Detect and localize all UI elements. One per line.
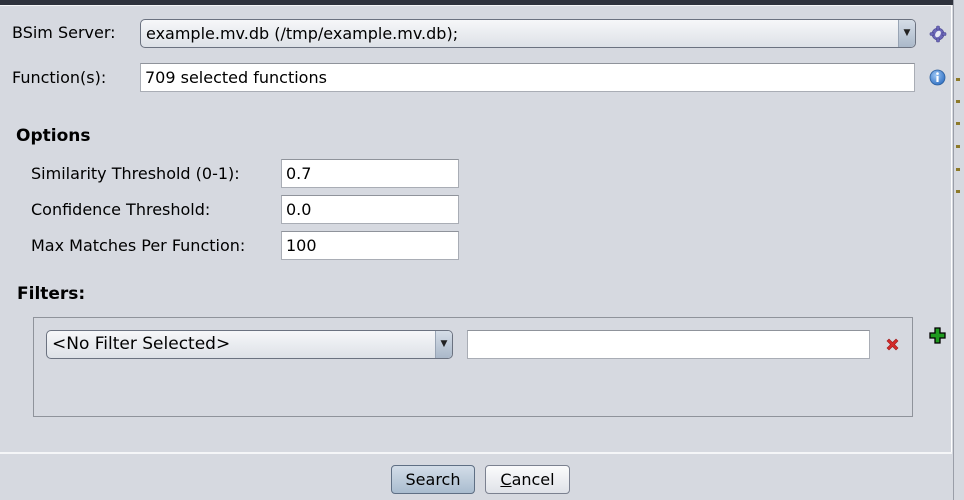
confidence-threshold-input[interactable]: 0.0 [281,195,459,224]
gear-icon[interactable] [929,25,947,43]
options-heading: Options [16,126,91,146]
similarity-threshold-label: Similarity Threshold (0-1): [31,164,240,183]
similarity-threshold-input[interactable]: 0.7 [281,159,459,188]
close-x-icon[interactable] [885,337,900,352]
background-window-artifact [956,190,960,193]
max-matches-label: Max Matches Per Function: [31,236,246,255]
cancel-mnemonic: C [500,470,512,489]
filter-type-dropdown[interactable]: <No Filter Selected> ▼ [46,330,453,359]
search-button[interactable]: Search [391,465,475,494]
background-window-artifact [956,78,960,81]
plus-icon[interactable] [929,327,946,344]
bsim-server-label: BSim Server: [12,23,116,42]
filter-type-value: <No Filter Selected> [52,334,231,354]
info-icon[interactable] [929,69,946,86]
background-window-artifact [956,122,960,125]
bsim-server-value: example.mv.db (/tmp/example.mv.db); [146,24,459,43]
functions-field[interactable]: 709 selected functions [140,63,915,92]
confidence-threshold-label: Confidence Threshold: [31,200,211,219]
cancel-label: ancel [511,470,555,489]
cancel-button[interactable]: Cancel [485,465,570,494]
filters-heading: Filters: [17,284,86,304]
bsim-server-dropdown[interactable]: example.mv.db (/tmp/example.mv.db); ▼ [140,19,916,48]
background-window-artifact [956,145,960,148]
background-window-edge [953,0,964,500]
chevron-down-icon[interactable]: ▼ [435,331,452,358]
max-matches-input[interactable]: 100 [281,231,459,260]
background-window-artifact [956,168,960,171]
background-window-artifact [956,100,960,103]
chevron-down-icon[interactable]: ▼ [898,20,915,47]
functions-label: Function(s): [12,68,107,87]
filter-value-input[interactable] [467,330,870,359]
button-bar-separator [0,452,952,454]
